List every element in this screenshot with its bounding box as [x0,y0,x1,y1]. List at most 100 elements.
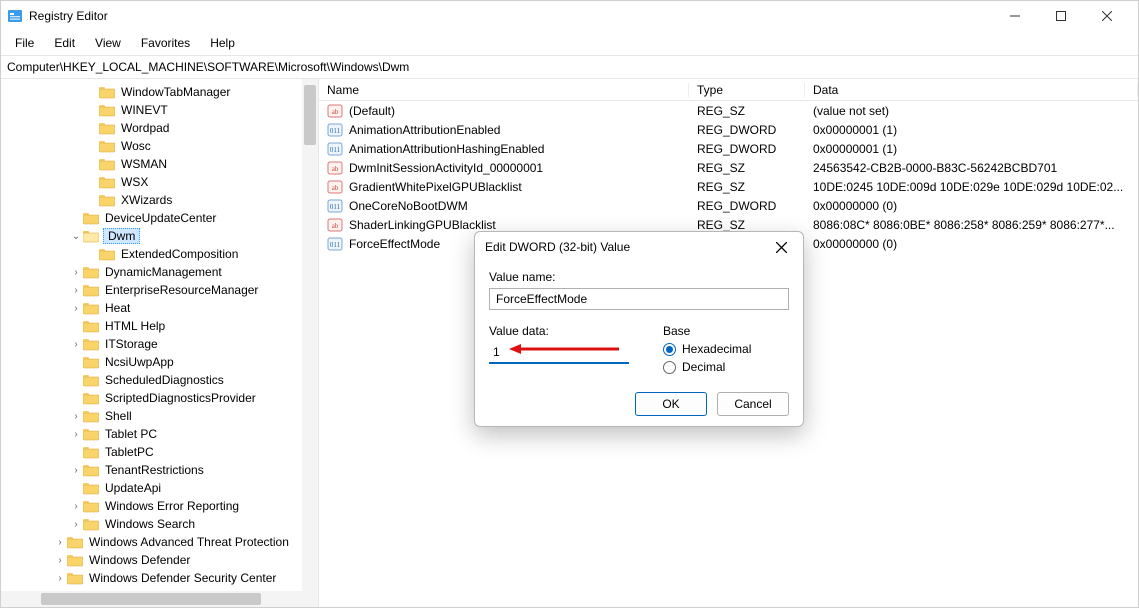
svg-text:ab: ab [332,165,339,173]
tree-item[interactable]: › Windows Error Reporting [5,497,318,515]
chevron-right-icon[interactable]: › [69,337,83,351]
tree-item[interactable]: ·ScheduledDiagnostics [5,371,318,389]
menubar: File Edit View Favorites Help [1,31,1138,55]
dword-icon: 011 [327,236,343,252]
string-icon: ab [327,103,343,119]
dialog-close-button[interactable] [769,235,793,259]
tree-item[interactable]: ·Wordpad [5,119,318,137]
tree-item-label: XWizards [119,193,174,207]
tree-item[interactable]: › TenantRestrictions [5,461,318,479]
value-name: AnimationAttributionHashingEnabled [349,142,544,156]
dialog-titlebar: Edit DWORD (32-bit) Value [475,232,803,262]
tree-item[interactable]: ·WSMAN [5,155,318,173]
string-icon: ab [327,179,343,195]
address-bar[interactable]: Computer\HKEY_LOCAL_MACHINE\SOFTWARE\Mic… [1,55,1138,79]
tree-item[interactable]: ›Shell [5,407,318,425]
tree-hscrollbar[interactable] [1,591,302,607]
list-row[interactable]: abGradientWhitePixelGPUBlacklistREG_SZ10… [319,177,1138,196]
tree-item[interactable]: ·WINEVT [5,101,318,119]
menu-favorites[interactable]: Favorites [133,34,198,52]
chevron-right-icon[interactable]: › [53,535,67,549]
folder-icon [99,175,115,189]
tree-item[interactable]: ›Tablet PC [5,425,318,443]
list-row[interactable]: 011AnimationAttributionEnabledREG_DWORD0… [319,120,1138,139]
maximize-button[interactable] [1038,1,1084,31]
tree-item-label: TabletPC [103,445,156,459]
tree-item-label: UpdateApi [103,481,163,495]
tree-item[interactable]: ·UpdateApi [5,479,318,497]
tree-item-label: HTML Help [103,319,167,333]
svg-text:ab: ab [332,184,339,192]
chevron-right-icon[interactable]: › [69,463,83,477]
tree-vscrollbar[interactable] [302,79,318,607]
list-row[interactable]: 011AnimationAttributionHashingEnabledREG… [319,139,1138,158]
tree-item[interactable]: ⌄ Dwm [5,227,318,245]
tree-item[interactable]: ·HTML Help [5,317,318,335]
chevron-down-icon[interactable]: ⌄ [69,229,83,243]
list-row[interactable]: ab(Default)REG_SZ(value not set) [319,101,1138,120]
value-name: (Default) [349,104,395,118]
tree-item[interactable]: ›Windows Defender [5,551,318,569]
tree-item[interactable]: ·ExtendedComposition [5,245,318,263]
chevron-right-icon[interactable]: › [69,301,83,315]
svg-text:011: 011 [330,146,341,154]
col-header-type[interactable]: Type [689,83,805,97]
value-name-input[interactable] [489,288,789,310]
tree-item[interactable]: ·DeviceUpdateCenter [5,209,318,227]
tree-item[interactable]: ·WSX [5,173,318,191]
tree-item[interactable]: ·WindowTabManager [5,83,318,101]
tree-item-label: Wordpad [119,121,171,135]
tree-item-label: WSX [119,175,150,189]
folder-icon [83,337,99,351]
value-data-input[interactable] [489,342,629,364]
svg-text:011: 011 [330,127,341,135]
tree-item[interactable]: ›Windows Advanced Threat Protection [5,533,318,551]
radio-decimal[interactable]: Decimal [663,360,751,374]
titlebar: Registry Editor [1,1,1138,31]
folder-icon [99,139,115,153]
cancel-button[interactable]: Cancel [717,392,789,416]
chevron-right-icon[interactable]: › [69,409,83,423]
list-row[interactable]: 011OneCoreNoBootDWMREG_DWORD0x00000000 (… [319,196,1138,215]
close-button[interactable] [1084,1,1130,31]
menu-help[interactable]: Help [202,34,243,52]
tree-item[interactable]: ›Windows Defender Security Center [5,569,318,587]
tree-item-label: Dwm [103,228,140,244]
tree-item[interactable]: ·ScriptedDiagnosticsProvider [5,389,318,407]
svg-text:011: 011 [330,241,341,249]
menu-edit[interactable]: Edit [46,34,83,52]
chevron-right-icon[interactable]: › [69,427,83,441]
tree-item[interactable]: ›ITStorage [5,335,318,353]
tree-item[interactable]: ·NcsiUwpApp [5,353,318,371]
chevron-right-icon[interactable]: › [69,265,83,279]
tree-item[interactable]: ·TabletPC [5,443,318,461]
col-header-name[interactable]: Name [319,83,689,97]
svg-text:ab: ab [332,108,339,116]
ok-button[interactable]: OK [635,392,707,416]
tree-item[interactable]: ›DynamicManagement [5,263,318,281]
folder-icon [83,283,99,297]
chevron-right-icon[interactable]: › [69,517,83,531]
tree-item[interactable]: ›Windows Search [5,515,318,533]
list-header: Name Type Data [319,79,1138,101]
tree-item[interactable]: ›EnterpriseResourceManager [5,281,318,299]
minimize-button[interactable] [992,1,1038,31]
col-header-data[interactable]: Data [805,83,1138,97]
menu-view[interactable]: View [87,34,129,52]
tree-item-label: TenantRestrictions [103,463,206,477]
chevron-right-icon[interactable]: › [53,553,67,567]
chevron-right-icon[interactable]: › [69,283,83,297]
folder-icon [83,319,99,333]
list-row[interactable]: abDwmInitSessionActivityId_00000001REG_S… [319,158,1138,177]
chevron-right-icon[interactable]: › [69,499,83,513]
tree-item[interactable]: ·XWizards [5,191,318,209]
value-data: 0x00000001 (1) [805,123,1138,137]
tree-item-label: Windows Error Reporting [103,499,241,513]
folder-icon [83,409,99,423]
menu-file[interactable]: File [7,34,42,52]
tree-item[interactable]: ›Heat [5,299,318,317]
tree-pane: ·WindowTabManager·WINEVT·Wordpad·Wosc·WS… [1,79,319,607]
chevron-right-icon[interactable]: › [53,571,67,585]
tree-item[interactable]: ·Wosc [5,137,318,155]
radio-hexadecimal[interactable]: Hexadecimal [663,342,751,356]
